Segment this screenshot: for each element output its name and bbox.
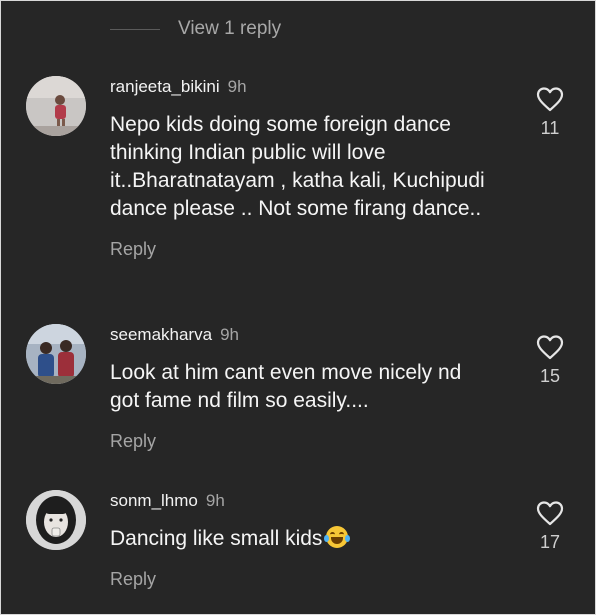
- face-with-tears-of-joy-icon: [324, 526, 351, 548]
- comment-meta: seemakharva 9h: [110, 324, 490, 346]
- like-count: 17: [539, 532, 561, 552]
- comment-meta: sonm_lhmo 9h: [110, 490, 490, 512]
- heart-icon[interactable]: [536, 334, 564, 360]
- reply-button[interactable]: Reply: [110, 431, 490, 452]
- avatar[interactable]: [26, 76, 86, 136]
- comment-meta: ranjeeta_bikini 9h: [110, 76, 490, 98]
- like-count: 15: [539, 366, 561, 386]
- reply-button[interactable]: Reply: [110, 569, 490, 590]
- timestamp: 9h: [227, 77, 247, 96]
- heart-icon[interactable]: [536, 500, 564, 526]
- like-control: 17: [528, 500, 572, 553]
- comment-text: Look at him cant even move nicely nd got…: [110, 361, 462, 412]
- avatar[interactable]: [26, 324, 86, 384]
- view-replies-button[interactable]: View 1 reply: [110, 16, 281, 42]
- username[interactable]: ranjeeta_bikini: [110, 77, 220, 96]
- comment-text: Nepo kids doing some foreign dance think…: [110, 113, 485, 220]
- timestamp: 9h: [220, 325, 239, 344]
- username[interactable]: seemakharva: [110, 325, 212, 344]
- like-control: 15: [528, 334, 572, 387]
- like-count: 11: [540, 118, 560, 138]
- comment-text-body: Dancing like small kids: [110, 527, 323, 550]
- like-control: 11: [528, 86, 572, 139]
- username[interactable]: sonm_lhmo: [110, 491, 198, 510]
- view-replies-label: View 1 reply: [178, 18, 282, 39]
- avatar[interactable]: [26, 490, 86, 550]
- reply-button[interactable]: Reply: [110, 239, 490, 260]
- thread-line: [110, 28, 160, 30]
- comment-text: Dancing like small kids: [110, 525, 490, 553]
- timestamp: 9h: [205, 491, 225, 510]
- heart-icon[interactable]: [536, 86, 564, 112]
